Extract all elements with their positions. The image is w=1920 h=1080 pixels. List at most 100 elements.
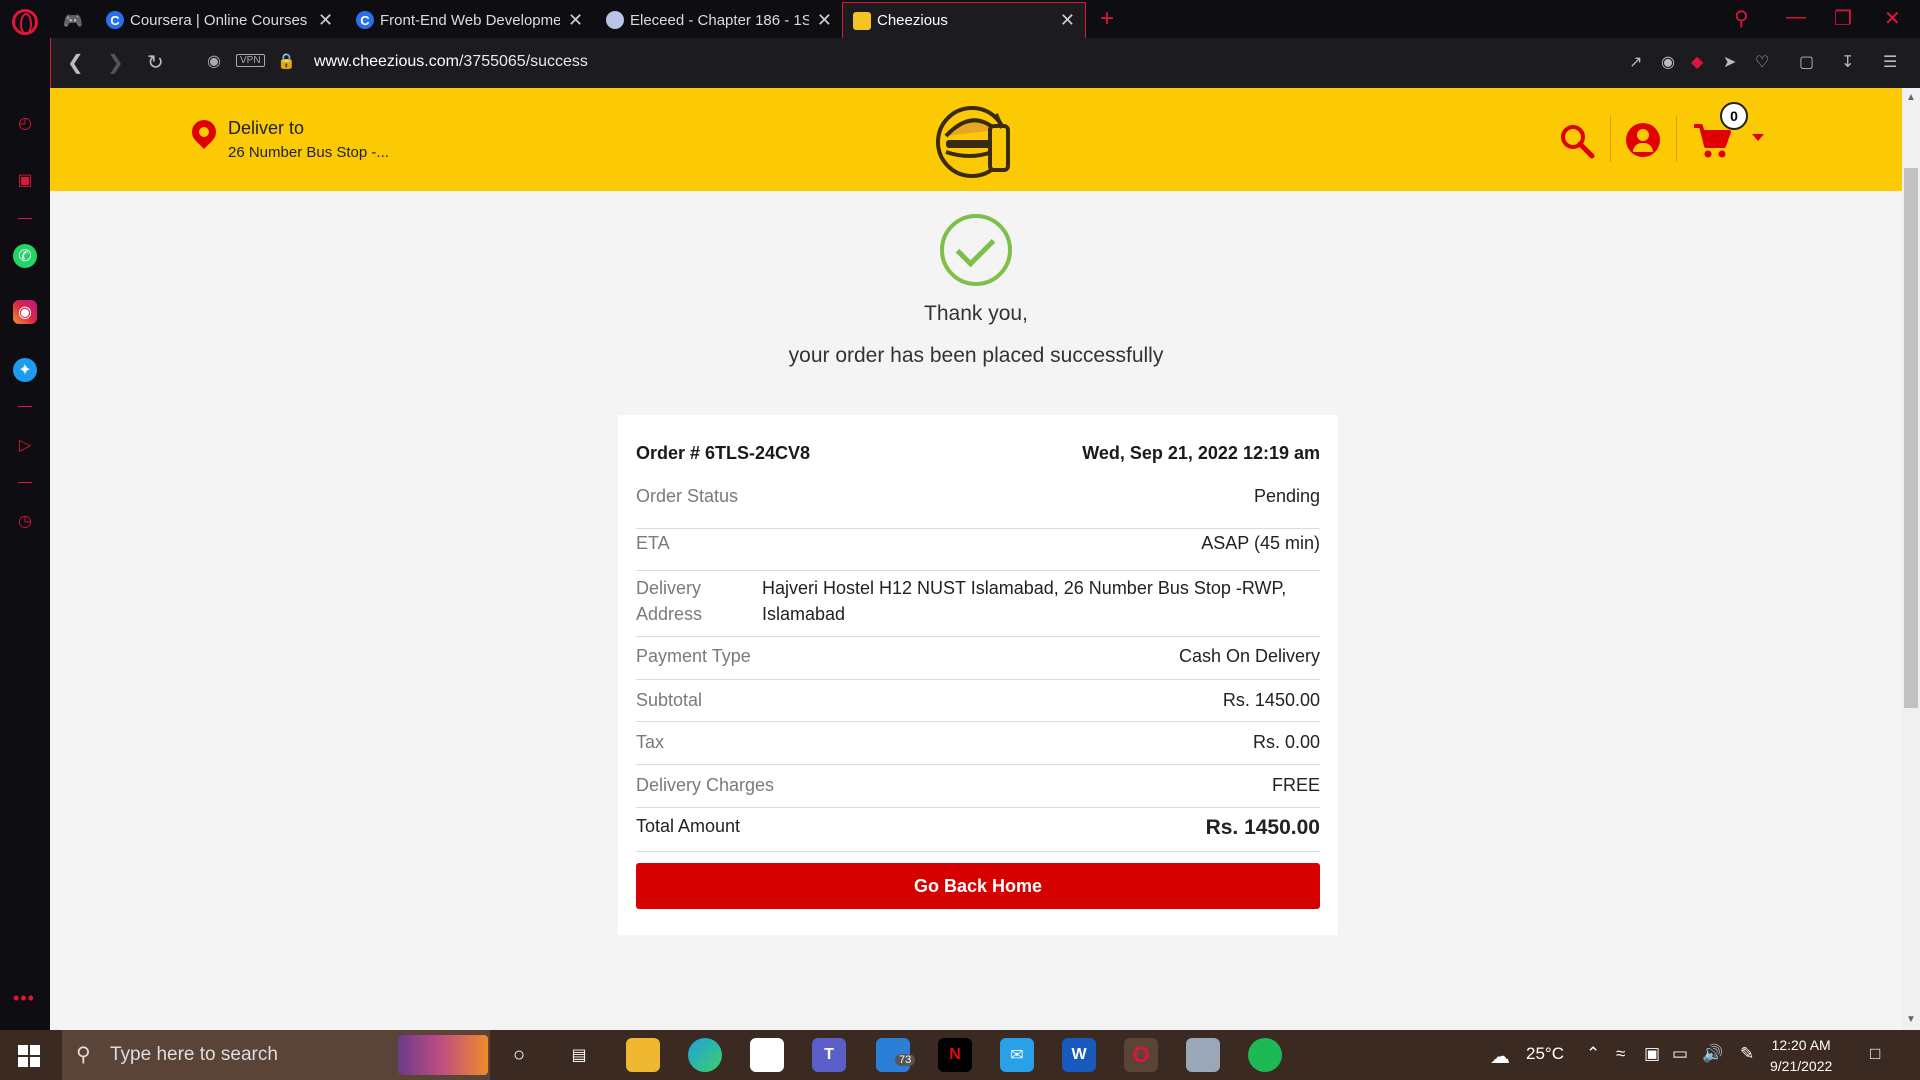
more-icon[interactable]: ••• bbox=[13, 988, 35, 1009]
tab-eleceed[interactable]: Eleceed - Chapter 186 - 1S ✕ bbox=[596, 2, 842, 38]
tab-coursera[interactable]: C Coursera | Online Courses & ✕ bbox=[96, 2, 346, 38]
browser-tab-bar: 🎮 C Coursera | Online Courses & ✕ C Fron… bbox=[0, 0, 1920, 38]
taskbar-search[interactable]: ⚲ Type here to search bbox=[62, 1030, 490, 1080]
close-window-button[interactable]: ✕ bbox=[1884, 6, 1901, 31]
send-icon[interactable]: ➤ bbox=[1723, 52, 1736, 72]
new-tab-button[interactable]: + bbox=[1100, 5, 1114, 33]
store-icon[interactable] bbox=[750, 1038, 784, 1072]
cortana-icon[interactable]: ○ bbox=[502, 1038, 536, 1072]
mail-icon[interactable]: ✉ bbox=[1000, 1038, 1034, 1072]
camera-icon[interactable]: ◉ bbox=[1661, 52, 1675, 72]
edge-icon[interactable] bbox=[688, 1038, 722, 1072]
thank-you-text: Thank you, bbox=[924, 302, 1028, 325]
opera-menu-icon[interactable] bbox=[12, 9, 38, 35]
row-label: Subtotal bbox=[636, 690, 703, 710]
location-icon[interactable]: ◉ bbox=[207, 51, 221, 71]
teams-icon[interactable]: T bbox=[812, 1038, 846, 1072]
twitter-icon[interactable]: ✦ bbox=[13, 358, 37, 382]
go-back-home-button[interactable]: Go Back Home bbox=[636, 863, 1320, 909]
reload-icon[interactable]: ↻ bbox=[147, 50, 164, 75]
page-content: Deliver to 26 Number Bus Stop -... 0 Tha… bbox=[50, 88, 1902, 1030]
scroll-up-icon[interactable]: ▲ bbox=[1906, 92, 1916, 103]
weather-temperature[interactable]: 25°C bbox=[1526, 1044, 1564, 1064]
wifi-icon[interactable]: ≈ bbox=[1616, 1044, 1625, 1064]
battery-icon[interactable]: ▭ bbox=[1672, 1044, 1688, 1064]
close-icon[interactable]: ✕ bbox=[568, 10, 583, 31]
search-tabs-icon[interactable]: ⚲ bbox=[1734, 6, 1749, 31]
tab-cheezious[interactable]: Cheezious ✕ bbox=[842, 2, 1086, 38]
row-value: Hajveri Hostel H12 NUST Islamabad, 26 Nu… bbox=[762, 578, 1287, 624]
volume-icon[interactable]: 🔊 bbox=[1702, 1044, 1723, 1064]
history-icon[interactable]: ◷ bbox=[13, 509, 37, 533]
meet-icon[interactable]: ▣ bbox=[1644, 1044, 1660, 1064]
chevron-up-icon[interactable]: ⌃ bbox=[1586, 1044, 1600, 1064]
opera-icon[interactable]: O bbox=[1124, 1038, 1158, 1072]
easy-setup-icon[interactable]: ☰ bbox=[1883, 52, 1897, 72]
gamepad-icon[interactable]: 🎮 bbox=[63, 11, 83, 31]
windows-start-icon[interactable] bbox=[18, 1045, 40, 1067]
location-pin-icon[interactable] bbox=[187, 115, 221, 149]
close-icon[interactable]: ✕ bbox=[817, 10, 832, 31]
tab-front-end[interactable]: C Front-End Web Developme ✕ bbox=[346, 2, 596, 38]
lock-icon[interactable]: 🔒 bbox=[277, 52, 296, 70]
search-highlight-image[interactable] bbox=[398, 1035, 488, 1075]
row-label: Total Amount bbox=[636, 816, 741, 836]
deliver-to-label[interactable]: Deliver to bbox=[228, 118, 304, 139]
page-scrollbar[interactable]: ▲ ▼ bbox=[1902, 88, 1920, 1030]
scrollbar-thumb[interactable] bbox=[1904, 168, 1918, 708]
clock-time: 12:20 AM bbox=[1771, 1037, 1831, 1053]
player-icon[interactable]: ▷ bbox=[13, 433, 37, 457]
speed-dial-icon[interactable]: ◴ bbox=[13, 111, 37, 135]
restore-button[interactable]: ❐ bbox=[1834, 6, 1852, 31]
sidebar-divider bbox=[18, 218, 32, 219]
chevron-down-icon[interactable] bbox=[1752, 134, 1764, 141]
word-icon[interactable]: W bbox=[1062, 1038, 1096, 1072]
file-explorer-icon[interactable] bbox=[626, 1038, 660, 1072]
sidebar-divider bbox=[18, 406, 32, 407]
search-icon[interactable] bbox=[1558, 122, 1596, 160]
row-value: FREE bbox=[1271, 775, 1320, 795]
row-value: Cash On Delivery bbox=[1178, 646, 1320, 666]
url-field[interactable]: www.cheezious.com/3755065/success bbox=[314, 53, 588, 71]
pen-icon[interactable]: ✎ bbox=[1740, 1044, 1754, 1064]
user-account-icon[interactable] bbox=[1626, 123, 1660, 157]
row-value: Rs. 0.00 bbox=[1252, 732, 1320, 752]
back-icon[interactable]: ❮ bbox=[67, 50, 84, 75]
payment-type-row: Payment Type Cash On Delivery bbox=[636, 637, 1320, 680]
download-icon[interactable]: ↧ bbox=[1841, 52, 1854, 72]
clock-date: 9/21/2022 bbox=[1770, 1058, 1833, 1074]
task-view-icon[interactable]: ▤ bbox=[562, 1038, 596, 1072]
share-icon[interactable]: ↗ bbox=[1629, 52, 1642, 72]
vpn-badge[interactable]: VPN bbox=[236, 54, 265, 67]
coursera-icon: C bbox=[356, 11, 374, 29]
header-divider bbox=[1610, 116, 1611, 162]
order-header: Order # 6TLS-24CV8 Wed, Sep 21, 2022 12:… bbox=[636, 443, 1320, 464]
browser-sidebar: ◴ ▣ ✆ ◉ ✦ ▷ ◷ ••• bbox=[0, 38, 50, 1030]
tab-title: Eleceed - Chapter 186 - 1S bbox=[630, 11, 809, 29]
instagram-icon[interactable]: ◉ bbox=[13, 300, 37, 324]
weather-icon[interactable]: ☁ bbox=[1490, 1044, 1510, 1069]
row-label: Tax bbox=[636, 732, 665, 752]
close-icon[interactable]: ✕ bbox=[1060, 10, 1075, 31]
deliver-address[interactable]: 26 Number Bus Stop -... bbox=[228, 144, 389, 161]
row-label: Order Status bbox=[636, 486, 739, 506]
whatsapp-icon[interactable]: ✆ bbox=[13, 244, 37, 268]
total-amount-row: Total Amount Rs. 1450.00 bbox=[636, 808, 1320, 852]
bag-icon[interactable]: ▣ bbox=[13, 168, 37, 192]
system-clock[interactable]: 12:20 AM 9/21/2022 bbox=[1770, 1035, 1832, 1077]
minimize-button[interactable]: — bbox=[1786, 6, 1806, 29]
scroll-down-icon[interactable]: ▼ bbox=[1906, 1014, 1916, 1025]
shield-icon[interactable]: ◆ bbox=[1691, 52, 1703, 72]
cheezious-logo[interactable] bbox=[934, 100, 1016, 180]
cube-icon[interactable]: ▢ bbox=[1799, 52, 1814, 72]
netflix-icon[interactable]: N bbox=[938, 1038, 972, 1072]
spotify-icon[interactable] bbox=[1248, 1038, 1282, 1072]
photos-icon[interactable] bbox=[1186, 1038, 1220, 1072]
close-icon[interactable]: ✕ bbox=[318, 10, 333, 31]
cart-count-badge[interactable]: 0 bbox=[1720, 102, 1748, 130]
url-domain: www.cheezious.com bbox=[314, 53, 459, 70]
notifications-icon[interactable]: □ bbox=[1870, 1044, 1880, 1064]
forward-icon[interactable]: ❯ bbox=[107, 50, 124, 75]
heart-icon[interactable]: ♡ bbox=[1755, 52, 1769, 72]
order-placed-text: your order has been placed successfully bbox=[788, 344, 1164, 367]
